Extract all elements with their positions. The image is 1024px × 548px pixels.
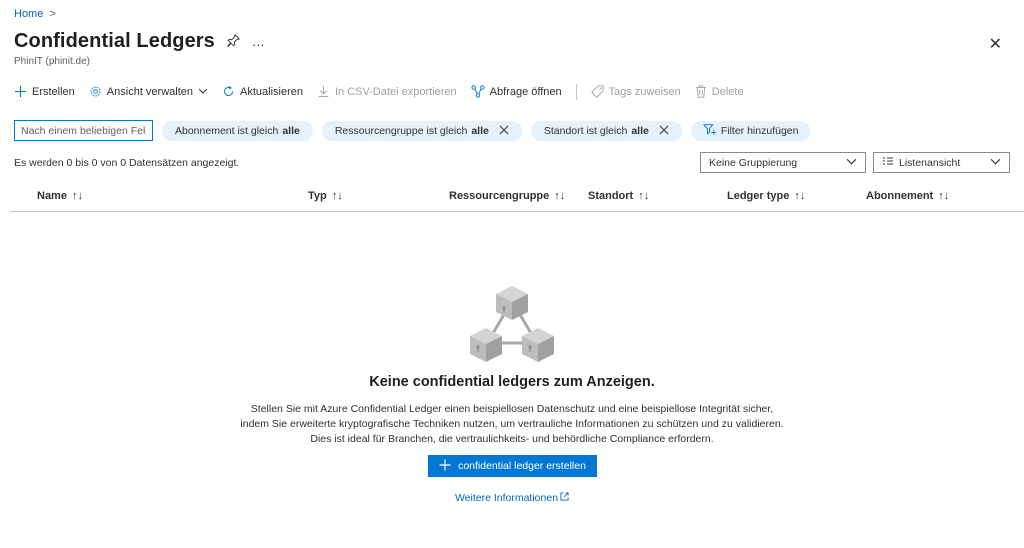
filter-subscription-value: alle: [282, 124, 300, 137]
add-filter-label: Filter hinzufügen: [720, 124, 799, 137]
chevron-down-icon: [198, 86, 208, 99]
sort-icon: ↑↓: [938, 190, 950, 202]
view-value: Listenansicht: [899, 156, 961, 169]
more-options-icon[interactable]: …: [252, 34, 265, 49]
open-query-label: Abfrage öffnen: [489, 86, 562, 98]
breadcrumb-home-link[interactable]: Home: [14, 8, 43, 20]
column-header-subscription[interactable]: Abonnement ↑↓: [866, 190, 949, 202]
export-csv-label: In CSV-Datei exportieren: [335, 86, 457, 98]
chevron-down-icon: [846, 156, 857, 170]
gear-icon: [89, 85, 102, 100]
grouping-dropdown[interactable]: Keine Gruppierung: [700, 152, 866, 173]
sort-icon: ↑↓: [331, 190, 343, 202]
trash-icon: [695, 84, 707, 100]
filter-pill-resource-group[interactable]: Ressourcengruppe ist gleich alle: [321, 120, 522, 141]
column-header-ledger-type[interactable]: Ledger type ↑↓: [727, 190, 805, 202]
tag-icon: [590, 84, 604, 100]
view-dropdown[interactable]: Listenansicht: [873, 152, 1010, 173]
filter-resource-group-value: alle: [471, 124, 489, 137]
sort-icon: ↑↓: [71, 190, 83, 202]
assign-tags-label: Tags zuweisen: [608, 86, 681, 98]
create-ledger-label: confidential ledger erstellen: [458, 460, 586, 472]
delete-label: Delete: [711, 86, 744, 98]
column-header-name[interactable]: Name ↑↓: [37, 190, 83, 202]
filter-location-value: alle: [631, 124, 649, 137]
column-header-resource-group[interactable]: Ressourcengruppe ↑↓: [449, 190, 565, 202]
download-icon: [317, 85, 330, 100]
page-subtitle: PhinIT (phinit.de): [14, 56, 90, 67]
sort-icon: ↑↓: [638, 190, 650, 202]
create-button[interactable]: Erstellen: [14, 85, 75, 100]
empty-state-line-3: Dies ist ideal für Branchen, die vertrau…: [310, 433, 714, 445]
create-ledger-button[interactable]: confidential ledger erstellen: [428, 455, 597, 477]
refresh-icon: [222, 85, 235, 100]
filter-resource-group-prefix: Ressourcengruppe ist gleich: [334, 124, 468, 137]
filter-location-prefix: Standort ist gleich: [543, 124, 628, 137]
empty-state-description: Stellen Sie mit Azure Confidential Ledge…: [0, 402, 1024, 447]
add-filter-button[interactable]: Filter hinzufügen: [690, 120, 811, 141]
filter-bar: Abonnement ist gleich alle Ressourcengru…: [14, 120, 811, 141]
record-count: Es werden 0 bis 0 von 0 Datensätzen ange…: [14, 157, 240, 169]
query-icon: [471, 84, 485, 100]
toolbar-divider: [575, 84, 577, 100]
more-info-container: Weitere Informationen: [0, 492, 1024, 504]
manage-view-button[interactable]: Ansicht verwalten: [89, 85, 208, 100]
empty-state-line-1: Stellen Sie mit Azure Confidential Ledge…: [250, 403, 774, 415]
assign-tags-button[interactable]: Tags zuweisen: [590, 84, 681, 100]
export-csv-button[interactable]: In CSV-Datei exportieren: [317, 85, 457, 100]
search-input[interactable]: [14, 120, 153, 141]
sort-icon: ↑↓: [794, 190, 806, 202]
more-info-link[interactable]: Weitere Informationen: [455, 492, 569, 504]
confidential-ledger-icon: [466, 283, 558, 373]
manage-view-label: Ansicht verwalten: [106, 86, 194, 98]
refresh-button[interactable]: Aktualisieren: [222, 85, 303, 100]
create-button-label: Erstellen: [32, 86, 75, 98]
remove-filter-icon[interactable]: [659, 123, 669, 138]
filter-pill-location[interactable]: Standort ist gleich alle: [530, 120, 682, 141]
delete-button[interactable]: Delete: [695, 84, 744, 100]
refresh-label: Aktualisieren: [240, 86, 303, 98]
external-link-icon: [560, 492, 569, 503]
plus-icon: [14, 85, 27, 100]
page-header: Confidential Ledgers …: [14, 30, 265, 53]
empty-state-line-2: indem Sie erweiterte kryptografische Tec…: [240, 418, 784, 430]
chevron-down-icon: [990, 156, 1001, 170]
remove-filter-icon[interactable]: [499, 123, 509, 138]
plus-icon: [439, 459, 451, 474]
command-bar: Erstellen Ansicht verwalten Aktualisiere…: [14, 82, 758, 102]
pin-icon[interactable]: [227, 33, 240, 50]
add-filter-icon: [702, 123, 717, 138]
column-header-type[interactable]: Typ ↑↓: [308, 190, 343, 202]
empty-state-title: Keine confidential ledgers zum Anzeigen.: [369, 374, 655, 390]
sort-icon: ↑↓: [554, 190, 566, 202]
table-header: Name ↑↓ Typ ↑↓ Ressourcengruppe ↑↓ Standort…: [10, 188, 1024, 212]
breadcrumb: Home >: [14, 8, 56, 20]
list-view-icon: [882, 156, 894, 169]
breadcrumb-separator: >: [49, 8, 56, 20]
filter-pill-subscription[interactable]: Abonnement ist gleich alle: [162, 120, 313, 141]
close-icon[interactable]: ✕: [989, 34, 1002, 54]
grouping-value: Keine Gruppierung: [709, 156, 798, 169]
open-query-button[interactable]: Abfrage öffnen: [471, 84, 562, 100]
column-header-location[interactable]: Standort ↑↓: [588, 190, 649, 202]
page-title: Confidential Ledgers: [14, 30, 215, 52]
filter-subscription-prefix: Abonnement ist gleich: [175, 124, 279, 137]
